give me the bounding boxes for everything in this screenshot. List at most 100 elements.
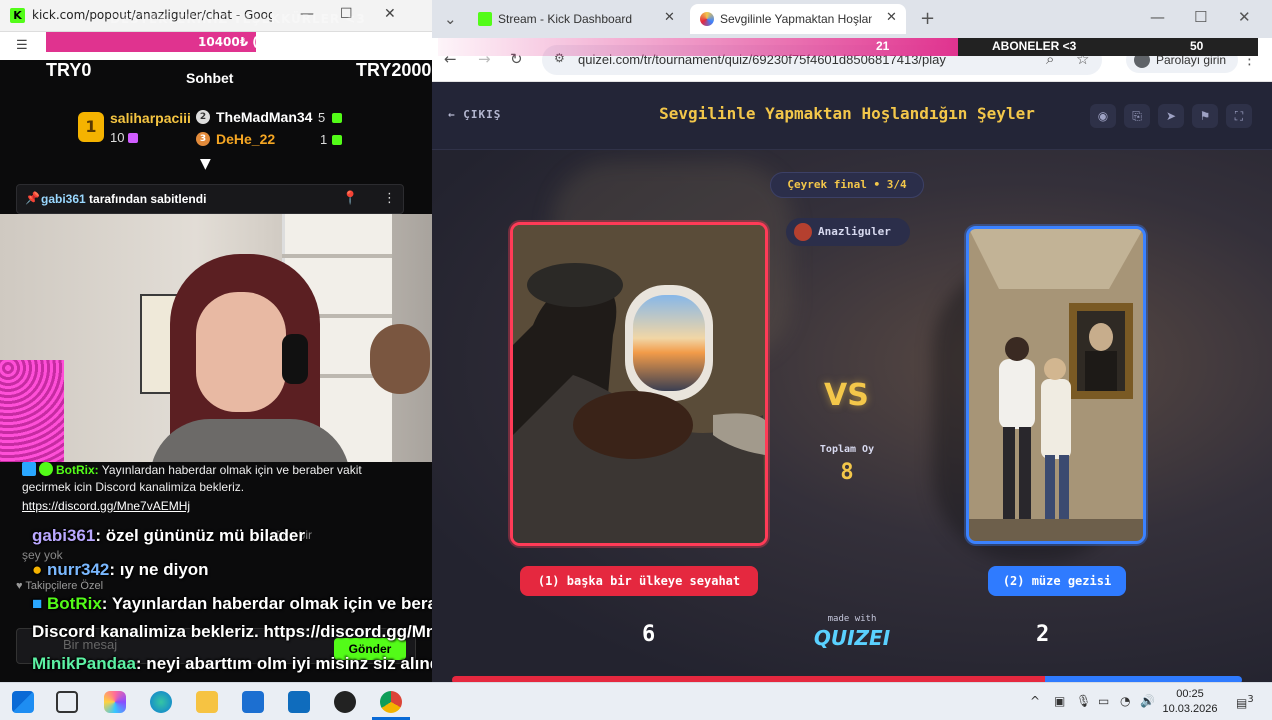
close-tab-icon[interactable]: ✕	[664, 10, 675, 25]
share-icon[interactable]: ⎘	[1124, 104, 1150, 128]
round-indicator: Çeyrek final • 3/4	[770, 172, 924, 198]
made-with-label: made with	[827, 614, 877, 624]
donation-goal-title: DESTEKLERİNİZ TEŞEKKÜRLER <3	[110, 12, 366, 26]
overlay-chat-message: ● nurr342: ıy ne diyon	[32, 560, 209, 579]
pink-lamp	[0, 360, 64, 462]
currency-left: TRY0	[46, 60, 92, 80]
tab-strip: ⌄ Stream - Kick Dashboard ✕ Sevgilinle Y…	[432, 0, 1272, 38]
notifications-icon[interactable]: ▤3	[1236, 694, 1254, 710]
chat-message: BotRix: Yayınlardan haberdar olmak için …	[22, 462, 362, 477]
choice-1-button[interactable]: (1) başka bir ülkeye seyahat	[520, 566, 758, 596]
quiz-app: ← ÇIKIŞ Sevgilinle Yapmaktan Hoşlandığın…	[432, 82, 1272, 682]
donation-goal-amount: 10400₺ (5	[198, 35, 267, 49]
gift-icon	[128, 133, 138, 143]
copilot-icon[interactable]	[104, 691, 126, 713]
choice-1-score: 6	[642, 622, 656, 647]
scroll-down-icon[interactable]: ▼	[200, 156, 218, 172]
microphone-icon[interactable]: 🎙	[1076, 694, 1091, 708]
subscriber-goal-current: 21	[876, 39, 890, 53]
task-view-icon[interactable]	[56, 691, 78, 713]
battery-icon[interactable]: ▭	[1098, 694, 1109, 708]
fullscreen-icon[interactable]: ⛶	[1226, 104, 1252, 128]
flag-icon[interactable]: ⚑	[1192, 104, 1218, 128]
total-votes-value: 8	[840, 460, 854, 485]
chat-message-cont: gecirmek icin Discord kanalimiza bekleri…	[22, 480, 245, 494]
avatar	[794, 223, 812, 241]
edge-icon[interactable]	[150, 691, 172, 713]
new-tab-icon[interactable]: +	[920, 8, 935, 29]
leader-third-name[interactable]: DeHe_22	[216, 131, 275, 147]
close-icon[interactable]: ✕	[384, 6, 396, 22]
choice-1-image	[513, 225, 765, 543]
leader-third-count: 1	[320, 132, 328, 147]
date: 10.03.2026	[1162, 703, 1218, 715]
volume-icon[interactable]: 🔊	[1140, 694, 1155, 708]
choice-2-button[interactable]: (2) müze gezisi	[988, 566, 1126, 596]
minimize-icon[interactable]: —	[1150, 8, 1165, 26]
chrome-icon[interactable]	[380, 691, 402, 713]
versus-icon: VS	[824, 378, 869, 413]
pinned-by-user: gabi361	[41, 192, 86, 206]
close-window-icon[interactable]: ✕	[1238, 8, 1251, 26]
third-place-icon: 3	[196, 132, 210, 146]
choice-card-1[interactable]	[510, 222, 768, 546]
obs-icon[interactable]	[334, 691, 356, 713]
kick-favicon-icon	[478, 12, 492, 26]
first-place-medal-icon: 1	[78, 112, 104, 142]
site-settings-icon[interactable]: ☰	[16, 38, 28, 53]
tab-kick-dashboard[interactable]: Stream - Kick Dashboard ✕	[468, 4, 686, 34]
overlay-chat-message: gabi361: özel gününüz mü bilader	[32, 526, 305, 545]
choice-2-image	[969, 229, 1143, 541]
currency-right: TRY2000	[356, 60, 432, 80]
tray-app-icon[interactable]: ▣	[1054, 694, 1065, 708]
pinned-message-bar[interactable]: 📌 gabi361 tarafından sabitlendi 📍 ⋮	[16, 184, 404, 214]
leader-first-count: 10	[110, 130, 125, 145]
gift-icon	[332, 135, 342, 145]
start-icon[interactable]	[12, 691, 34, 713]
browser-window: ⌄ Stream - Kick Dashboard ✕ Sevgilinle Y…	[432, 0, 1272, 682]
tray-expand-icon[interactable]: ^	[1030, 694, 1040, 708]
leader-second-count: 5	[318, 110, 326, 125]
more-options-icon[interactable]: ⋮	[383, 191, 396, 206]
taskbar: ^ ▣ 🎙 ▭ ◔ 🔊 00:25 10.03.2026 ▤3	[0, 682, 1272, 720]
send-icon[interactable]: ➤	[1158, 104, 1184, 128]
discord-link[interactable]: https://discord.gg/Mne7vAEMHj	[22, 499, 190, 513]
time: 00:25	[1176, 688, 1204, 700]
subscriber-goal-overlay: 21 ABONELER <3 50	[438, 38, 1272, 56]
close-tab-icon[interactable]: ✕	[886, 10, 897, 25]
followers-only-note: ♥ Takipçilere Özel	[16, 580, 104, 592]
tab-quiz[interactable]: Sevgilinle Yapmaktan Hoşlandığ ✕	[690, 4, 906, 34]
verified-badge-icon	[39, 462, 53, 476]
quiz-header: ← ÇIKIŞ Sevgilinle Yapmaktan Hoşlandığın…	[432, 82, 1272, 150]
unpin-icon[interactable]: 📍	[342, 191, 358, 206]
maximize-icon[interactable]: ☐	[1194, 8, 1207, 26]
clock[interactable]: 00:25 10.03.2026	[1160, 687, 1220, 717]
plush-toy	[370, 324, 430, 394]
total-votes-label: Toplam Oy	[819, 444, 875, 455]
headset	[282, 334, 308, 384]
choice-card-2[interactable]	[966, 226, 1146, 544]
subscriber-goal-target: 50	[1190, 39, 1204, 53]
kick-logo-icon: K	[10, 8, 25, 23]
quizei-favicon-icon	[700, 12, 714, 26]
choice-2-score: 2	[1036, 622, 1050, 647]
gift-icon	[332, 113, 342, 123]
store-icon[interactable]	[242, 691, 264, 713]
pin-icon: 📌	[25, 191, 40, 205]
leader-first-name[interactable]: saliharpaciii	[110, 110, 191, 126]
currency-row: TRY0 Sohbet TRY2000	[0, 58, 432, 94]
bot-badge-icon	[22, 462, 36, 476]
second-place-icon: 2	[196, 110, 210, 124]
view-icon[interactable]: ◉	[1090, 104, 1116, 128]
leader-second-name[interactable]: TheMadMan34	[216, 109, 312, 125]
mail-icon[interactable]	[288, 691, 310, 713]
tab-search-icon[interactable]: ⌄	[444, 10, 457, 28]
pinned-label: tarafından sabitlendi	[89, 192, 207, 206]
wifi-icon[interactable]: ◔	[1120, 694, 1130, 708]
file-explorer-icon[interactable]	[196, 691, 218, 713]
webcam-overlay	[0, 214, 432, 462]
creator-badge[interactable]: Anazliguler	[786, 218, 910, 246]
chat-header-title: Sohbet	[186, 70, 234, 86]
quizei-logo[interactable]: QUIZEI	[808, 626, 896, 650]
subscriber-goal-label: ABONELER <3	[992, 39, 1077, 53]
